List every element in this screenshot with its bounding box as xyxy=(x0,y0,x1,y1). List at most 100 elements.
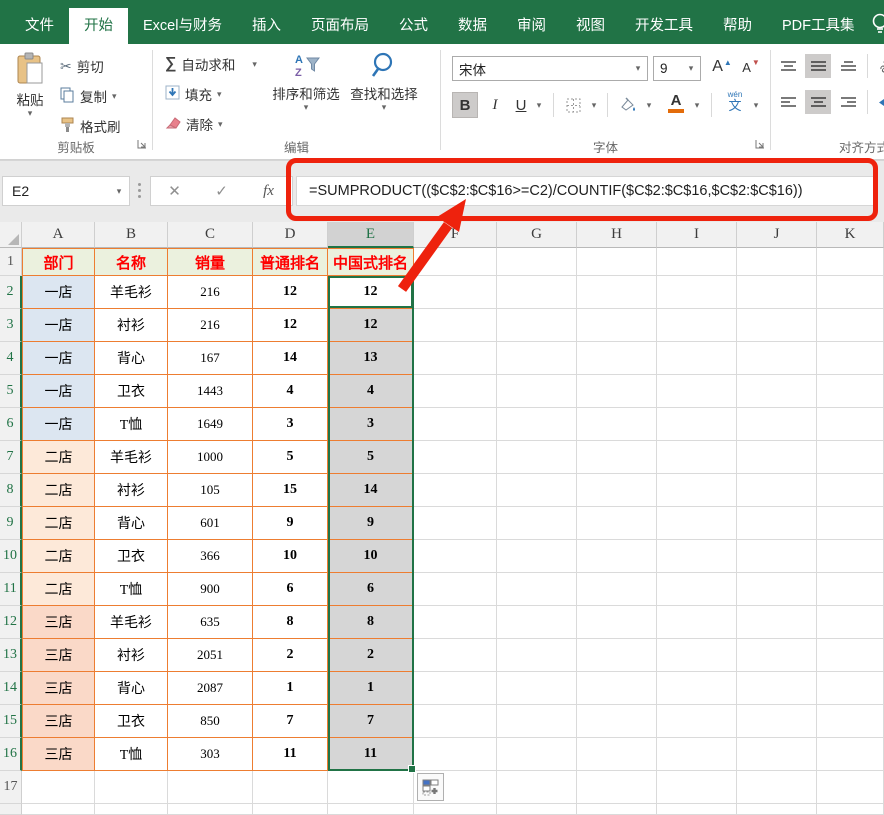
cell-empty[interactable] xyxy=(497,507,577,540)
cell-empty[interactable] xyxy=(414,474,497,507)
cell-A10[interactable]: 二店 xyxy=(22,540,95,573)
cell-empty[interactable] xyxy=(497,672,577,705)
row-header-6[interactable]: 6 xyxy=(0,408,22,441)
cell-C15[interactable]: 850 xyxy=(168,705,253,738)
column-header-B[interactable]: B xyxy=(95,222,168,248)
cell-empty[interactable] xyxy=(577,771,657,804)
cell-empty[interactable] xyxy=(817,507,884,540)
cell-D8[interactable]: 15 xyxy=(253,474,328,507)
italic-button[interactable]: I xyxy=(484,92,506,118)
cell-C3[interactable]: 216 xyxy=(168,309,253,342)
cell-empty[interactable] xyxy=(577,507,657,540)
row-header-7[interactable]: 7 xyxy=(0,441,22,474)
cell-empty[interactable] xyxy=(497,408,577,441)
row-header-17[interactable]: 17 xyxy=(0,771,22,804)
cell-E14[interactable]: 1 xyxy=(328,672,414,705)
cell-C9[interactable]: 601 xyxy=(168,507,253,540)
cell-empty[interactable] xyxy=(737,672,817,705)
cell-empty[interactable] xyxy=(817,375,884,408)
column-header-E[interactable]: E xyxy=(328,222,414,248)
cell-empty[interactable] xyxy=(577,540,657,573)
cell-empty[interactable] xyxy=(657,606,737,639)
cell-E11[interactable]: 6 xyxy=(328,573,414,606)
cell-empty[interactable] xyxy=(168,804,253,815)
cell-empty[interactable] xyxy=(737,507,817,540)
cell-empty[interactable] xyxy=(22,804,95,815)
cell-E12[interactable]: 8 xyxy=(328,606,414,639)
row-header-9[interactable]: 9 xyxy=(0,507,22,540)
ribbon-tab-7[interactable]: 审阅 xyxy=(502,8,561,44)
cell-C14[interactable]: 2087 xyxy=(168,672,253,705)
select-all-corner[interactable] xyxy=(0,222,22,248)
cell-E8[interactable]: 14 xyxy=(328,474,414,507)
cut-button[interactable]: ✂ 剪切 xyxy=(60,54,104,78)
row-header-10[interactable]: 10 xyxy=(0,540,22,573)
cell-empty[interactable] xyxy=(577,408,657,441)
cell-empty[interactable] xyxy=(657,474,737,507)
cell-C4[interactable]: 167 xyxy=(168,342,253,375)
cell-B8[interactable]: 衬衫 xyxy=(95,474,168,507)
cell-empty[interactable] xyxy=(737,606,817,639)
cell-empty[interactable] xyxy=(414,507,497,540)
cell-empty[interactable] xyxy=(657,248,737,276)
cell-empty[interactable] xyxy=(657,342,737,375)
cell-empty[interactable] xyxy=(817,540,884,573)
cell-A2[interactable]: 一店 xyxy=(22,276,95,309)
grow-font-button[interactable]: A▲ xyxy=(709,54,735,80)
phonetic-caret-icon[interactable]: ▾ xyxy=(749,92,763,118)
table-header-cell[interactable]: 中国式排名 xyxy=(328,248,414,276)
bold-button[interactable]: B xyxy=(452,92,478,118)
cell-A4[interactable]: 一店 xyxy=(22,342,95,375)
cell-empty[interactable] xyxy=(577,639,657,672)
cell-E6[interactable]: 3 xyxy=(328,408,414,441)
cell-A14[interactable]: 三店 xyxy=(22,672,95,705)
cell-empty[interactable] xyxy=(577,342,657,375)
cell-C7[interactable]: 1000 xyxy=(168,441,253,474)
cell-empty[interactable] xyxy=(95,771,168,804)
cell-empty[interactable] xyxy=(817,771,884,804)
cell-empty[interactable] xyxy=(497,738,577,771)
cell-empty[interactable] xyxy=(497,309,577,342)
cell-empty[interactable] xyxy=(577,672,657,705)
row-header-14[interactable]: 14 xyxy=(0,672,22,705)
phonetic-guide-button[interactable]: wén 文 xyxy=(721,88,749,114)
cell-C6[interactable]: 1649 xyxy=(168,408,253,441)
cell-empty[interactable] xyxy=(817,342,884,375)
ribbon-tab-8[interactable]: 视图 xyxy=(561,8,620,44)
cell-E13[interactable]: 2 xyxy=(328,639,414,672)
cell-empty[interactable] xyxy=(817,672,884,705)
cell-empty[interactable] xyxy=(168,771,253,804)
cell-empty[interactable] xyxy=(657,804,737,815)
cell-empty[interactable] xyxy=(657,639,737,672)
column-header-D[interactable]: D xyxy=(253,222,328,248)
cell-empty[interactable] xyxy=(414,276,497,309)
table-header-cell[interactable]: 销量 xyxy=(168,248,253,276)
font-name-select[interactable]: 宋体 ▾ xyxy=(452,56,648,81)
underline-caret-icon[interactable]: ▾ xyxy=(532,92,546,118)
autofill-options-button[interactable] xyxy=(417,773,444,801)
row-header-2[interactable]: 2 xyxy=(0,276,22,309)
cell-empty[interactable] xyxy=(577,804,657,815)
cell-empty[interactable] xyxy=(497,639,577,672)
cell-D5[interactable]: 4 xyxy=(253,375,328,408)
cell-B4[interactable]: 背心 xyxy=(95,342,168,375)
row-header-11[interactable]: 11 xyxy=(0,573,22,606)
cell-empty[interactable] xyxy=(737,540,817,573)
enter-icon[interactable]: ✓ xyxy=(198,177,245,205)
align-center-icon[interactable] xyxy=(805,90,831,114)
cell-B5[interactable]: 卫衣 xyxy=(95,375,168,408)
cell-A16[interactable]: 三店 xyxy=(22,738,95,771)
cell-B7[interactable]: 羊毛衫 xyxy=(95,441,168,474)
row-header-18[interactable] xyxy=(0,804,22,815)
cell-empty[interactable] xyxy=(817,573,884,606)
cell-C10[interactable]: 366 xyxy=(168,540,253,573)
cell-empty[interactable] xyxy=(737,573,817,606)
cell-empty[interactable] xyxy=(817,474,884,507)
cell-empty[interactable] xyxy=(817,248,884,276)
cell-B16[interactable]: T恤 xyxy=(95,738,168,771)
row-header-4[interactable]: 4 xyxy=(0,342,22,375)
cell-E2[interactable]: 12 xyxy=(328,276,414,309)
cell-E3[interactable]: 12 xyxy=(328,309,414,342)
cell-empty[interactable] xyxy=(414,606,497,639)
cell-empty[interactable] xyxy=(657,705,737,738)
